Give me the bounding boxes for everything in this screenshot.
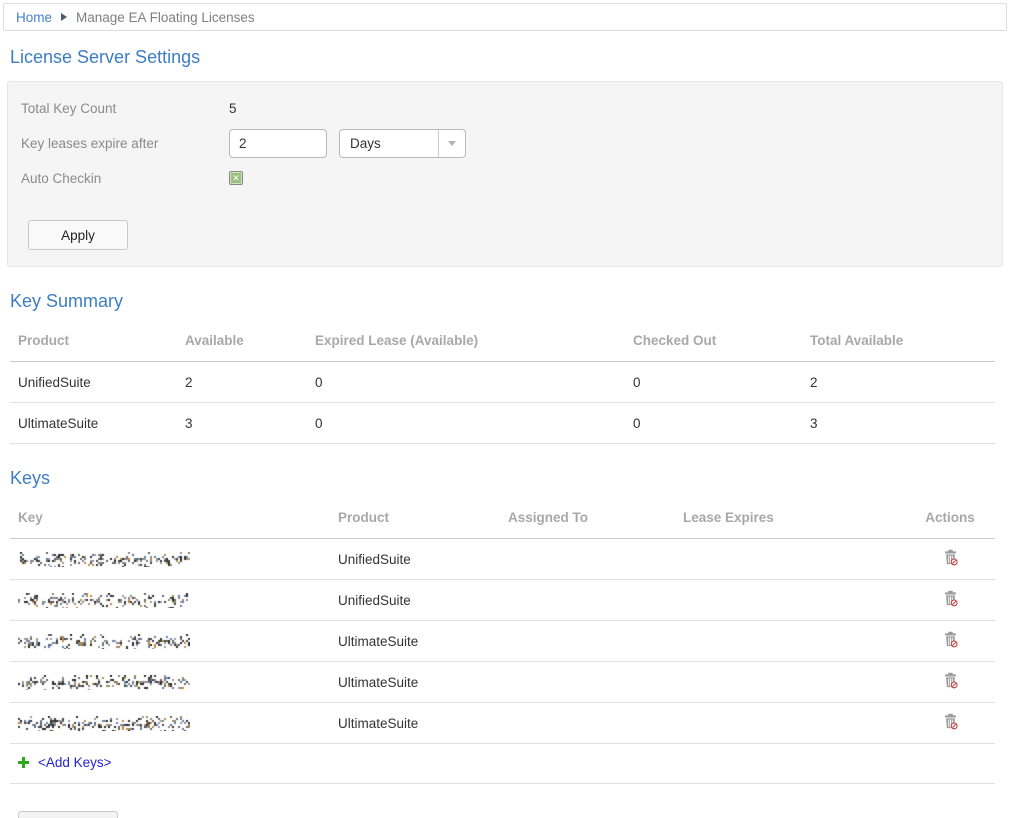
summary-total-available: 2 bbox=[802, 362, 995, 403]
key-summary-header-row: Product Available Expired Lease (Availab… bbox=[10, 325, 995, 362]
auto-checkin-checkbox[interactable] bbox=[229, 171, 243, 185]
breadcrumb-separator-icon bbox=[61, 13, 67, 21]
add-keys-row: <Add Keys> bbox=[10, 744, 995, 784]
plus-icon bbox=[18, 757, 29, 768]
lease-expire-row: Key leases expire after Days bbox=[21, 126, 989, 160]
key-lease-expires bbox=[675, 580, 897, 621]
keys-header-row: Key Product Assigned To Lease Expires Ac… bbox=[10, 502, 995, 539]
summary-expired-lease: 0 bbox=[307, 362, 625, 403]
delete-key-button[interactable] bbox=[941, 588, 960, 612]
breadcrumb-home-link[interactable]: Home bbox=[16, 10, 52, 25]
redacted-key bbox=[18, 675, 190, 690]
trash-icon bbox=[943, 713, 958, 730]
summary-total-available: 3 bbox=[802, 403, 995, 444]
column-header-product: Product bbox=[330, 502, 500, 539]
key-assigned-to bbox=[500, 580, 675, 621]
table-row: UnifiedSuite 2 0 0 2 bbox=[10, 362, 995, 403]
summary-available: 2 bbox=[177, 362, 307, 403]
key-cell bbox=[10, 703, 330, 744]
redacted-key bbox=[18, 634, 190, 649]
key-actions-cell bbox=[897, 621, 995, 662]
breadcrumb-current-page: Manage EA Floating Licenses bbox=[76, 10, 255, 25]
keys-title: Keys bbox=[10, 468, 995, 489]
table-row: UltimateSuite bbox=[10, 703, 995, 744]
total-key-count-value: 5 bbox=[229, 101, 237, 116]
key-assigned-to bbox=[500, 621, 675, 662]
lease-unit-select[interactable]: Days bbox=[339, 129, 466, 158]
table-row: UnifiedSuite bbox=[10, 539, 995, 580]
key-summary-table: Product Available Expired Lease (Availab… bbox=[10, 325, 995, 444]
summary-product: UltimateSuite bbox=[10, 403, 177, 444]
column-header-available: Available bbox=[177, 325, 307, 362]
delete-key-button[interactable] bbox=[941, 711, 960, 735]
chevron-down-icon bbox=[448, 141, 456, 146]
summary-expired-lease: 0 bbox=[307, 403, 625, 444]
column-header-assigned-to: Assigned To bbox=[500, 502, 675, 539]
column-header-total-available: Total Available bbox=[802, 325, 995, 362]
trash-icon bbox=[943, 672, 958, 689]
key-lease-expires bbox=[675, 662, 897, 703]
key-actions-cell bbox=[897, 662, 995, 703]
key-assigned-to bbox=[500, 703, 675, 744]
page-content: License Server Settings Total Key Count … bbox=[0, 47, 1010, 818]
key-cell bbox=[10, 580, 330, 621]
auto-checkin-label: Auto Checkin bbox=[21, 171, 229, 186]
key-actions-cell bbox=[897, 539, 995, 580]
delete-key-button[interactable] bbox=[941, 670, 960, 694]
key-product: UltimateSuite bbox=[330, 662, 500, 703]
column-header-key: Key bbox=[10, 502, 330, 539]
delete-key-button[interactable] bbox=[941, 547, 960, 571]
redacted-key bbox=[18, 593, 190, 608]
ok-button[interactable]: OK bbox=[18, 811, 118, 818]
summary-available: 3 bbox=[177, 403, 307, 444]
trash-icon bbox=[943, 549, 958, 566]
trash-icon bbox=[943, 590, 958, 607]
column-header-actions: Actions bbox=[897, 502, 995, 539]
redacted-key bbox=[18, 716, 190, 731]
key-lease-expires bbox=[675, 703, 897, 744]
key-actions-cell bbox=[897, 580, 995, 621]
table-row: UnifiedSuite bbox=[10, 580, 995, 621]
key-lease-expires bbox=[675, 539, 897, 580]
lease-expire-input[interactable] bbox=[229, 129, 327, 158]
key-cell bbox=[10, 662, 330, 703]
license-server-settings-panel: Total Key Count 5 Key leases expire afte… bbox=[7, 81, 1003, 267]
summary-checked-out: 0 bbox=[625, 403, 802, 444]
column-header-lease-expires: Lease Expires bbox=[675, 502, 897, 539]
total-key-count-row: Total Key Count 5 bbox=[21, 96, 989, 120]
apply-button[interactable]: Apply bbox=[28, 220, 128, 250]
key-product: UnifiedSuite bbox=[330, 580, 500, 621]
key-actions-cell bbox=[897, 703, 995, 744]
column-header-expired-lease: Expired Lease (Available) bbox=[307, 325, 625, 362]
key-lease-expires bbox=[675, 621, 897, 662]
delete-key-button[interactable] bbox=[941, 629, 960, 653]
total-key-count-label: Total Key Count bbox=[21, 101, 229, 116]
lease-unit-dropdown-button[interactable] bbox=[438, 130, 465, 157]
keys-table: Key Product Assigned To Lease Expires Ac… bbox=[10, 502, 995, 744]
column-header-product: Product bbox=[10, 325, 177, 362]
key-assigned-to bbox=[500, 662, 675, 703]
table-row: UltimateSuite 3 0 0 3 bbox=[10, 403, 995, 444]
column-header-checked-out: Checked Out bbox=[625, 325, 802, 362]
lease-expire-label: Key leases expire after bbox=[21, 136, 229, 151]
summary-checked-out: 0 bbox=[625, 362, 802, 403]
trash-icon bbox=[943, 631, 958, 648]
table-row: UltimateSuite bbox=[10, 621, 995, 662]
redacted-key bbox=[18, 552, 190, 567]
key-product: UltimateSuite bbox=[330, 703, 500, 744]
key-assigned-to bbox=[500, 539, 675, 580]
key-cell bbox=[10, 621, 330, 662]
table-row: UltimateSuite bbox=[10, 662, 995, 703]
key-cell bbox=[10, 539, 330, 580]
auto-checkin-row: Auto Checkin bbox=[21, 166, 989, 190]
add-keys-link[interactable]: <Add Keys> bbox=[38, 755, 112, 770]
key-product: UnifiedSuite bbox=[330, 539, 500, 580]
breadcrumb: Home Manage EA Floating Licenses bbox=[3, 3, 1007, 31]
key-summary-title: Key Summary bbox=[10, 291, 995, 312]
summary-product: UnifiedSuite bbox=[10, 362, 177, 403]
license-server-settings-title: License Server Settings bbox=[10, 47, 995, 68]
lease-unit-selected-value: Days bbox=[340, 136, 438, 151]
key-product: UltimateSuite bbox=[330, 621, 500, 662]
